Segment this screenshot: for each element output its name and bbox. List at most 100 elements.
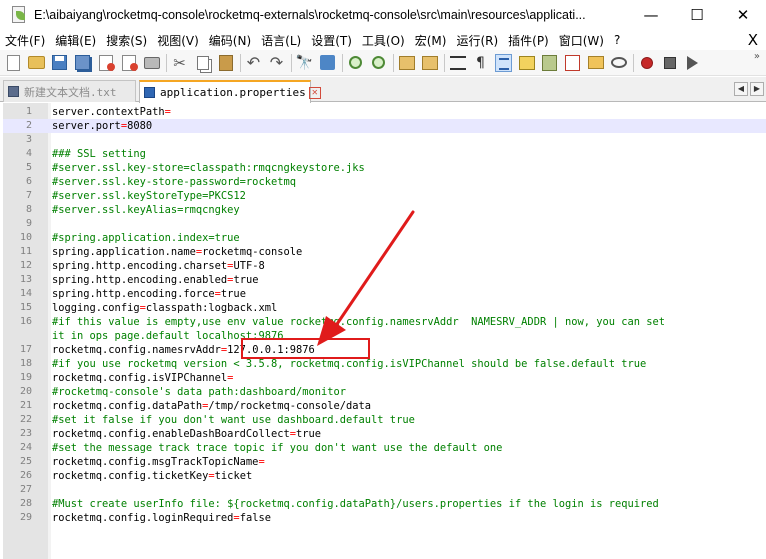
property-entry: rocketmq.config.isVIPChannel= (52, 371, 233, 385)
tab-scroll-left-button[interactable]: ◀ (734, 82, 748, 96)
cut-icon[interactable]: ✂ (171, 54, 188, 72)
property-value: false (239, 512, 271, 524)
monitoring-icon[interactable] (610, 54, 627, 71)
save-all-icon[interactable] (74, 54, 91, 71)
code-line[interactable]: 3 (3, 133, 766, 147)
copy-icon[interactable] (194, 54, 211, 71)
close-document-button[interactable]: X (748, 31, 758, 49)
print-icon[interactable] (143, 54, 160, 71)
new-file-icon[interactable] (5, 54, 22, 71)
word-wrap-icon[interactable] (449, 54, 466, 71)
function-list-icon[interactable] (564, 54, 581, 71)
user-defined-language-icon[interactable] (518, 54, 535, 71)
comment-text: #rocketmq-console's data path:dashboard/… (52, 386, 347, 398)
menu-tools[interactable]: 工具(O) (357, 32, 408, 49)
undo-icon[interactable]: ↶ (245, 53, 262, 72)
code-line[interactable]: it in ops page.default localhost:9876 (3, 329, 766, 343)
code-line[interactable]: 22 #set it false if you don't want use da… (3, 413, 766, 427)
comment-text: #spring.application.index=true (52, 232, 240, 244)
stop-recording-icon[interactable] (661, 54, 678, 71)
code-line[interactable]: 27 (3, 483, 766, 497)
code-area[interactable]: 1 server.contextPath= 2 server.port=8080 3 4 #… (3, 105, 766, 525)
code-line[interactable]: 26 rocketmq.config.ticketKey=ticket (3, 469, 766, 483)
editor-pane[interactable]: 1 server.contextPath= 2 server.port=8080 3 4 #… (3, 103, 766, 559)
menu-file[interactable]: 文件(F) (0, 32, 48, 49)
code-line[interactable]: 13 spring.http.encoding.enabled=true (3, 273, 766, 287)
code-line[interactable]: 17 rocketmq.config.namesrvAddr=127.0.0.1:… (3, 343, 766, 357)
close-window-button[interactable]: ✕ (720, 0, 766, 30)
close-file-icon[interactable] (97, 54, 114, 71)
menu-view[interactable]: 视图(V) (152, 32, 202, 49)
code-line[interactable]: 2 server.port=8080 (3, 119, 766, 133)
code-line[interactable]: 6 #server.ssl.key-store-password=rocketmq (3, 175, 766, 189)
code-line[interactable]: 25 rocketmq.config.msgTrackTopicName= (3, 455, 766, 469)
indent-guide-icon[interactable] (495, 53, 512, 72)
code-line[interactable]: 16 #if this value is empty,use env value … (3, 315, 766, 329)
tab-scroll-right-button[interactable]: ▶ (750, 82, 764, 96)
menu-macro[interactable]: 宏(M) (410, 32, 450, 49)
code-line[interactable]: 29 rocketmq.config.loginRequired=false (3, 511, 766, 525)
code-line[interactable]: 15 logging.config=classpath:logback.xml (3, 301, 766, 315)
line-number: 21 (19, 400, 32, 411)
sync-horizontal-icon[interactable] (421, 54, 438, 71)
maximize-button[interactable]: ☐ (674, 0, 720, 30)
redo-icon[interactable]: ↷ (268, 53, 285, 72)
sync-vertical-icon[interactable] (398, 54, 415, 71)
show-all-chars-icon[interactable]: ¶ (472, 54, 489, 71)
tab-new-text-document[interactable]: 新建文本文档.txt (3, 80, 136, 102)
menu-search[interactable]: 搜索(S) (101, 32, 150, 49)
code-line[interactable]: 14 spring.http.encoding.force=true (3, 287, 766, 301)
zoom-out-icon[interactable] (370, 54, 387, 71)
code-line[interactable]: 19 rocketmq.config.isVIPChannel= (3, 371, 766, 385)
line-number: 29 (19, 512, 32, 523)
code-line[interactable]: 28 #Must create userInfo file: ${rocketmq… (3, 497, 766, 511)
minimize-button[interactable]: — (628, 0, 674, 30)
tab-application-properties[interactable]: application.properties ✕ (139, 80, 321, 103)
close-all-icon[interactable] (120, 54, 137, 71)
property-key: server.contextPath (52, 106, 165, 118)
close-tab-icon[interactable]: ✕ (308, 86, 321, 99)
code-line[interactable]: 20 #rocketmq-console's data path:dashboar… (3, 385, 766, 399)
code-line[interactable]: 7 #server.ssl.keyStoreType=PKCS12 (3, 189, 766, 203)
code-line[interactable]: 23 rocketmq.config.enableDashBoardCollect… (3, 427, 766, 441)
code-line[interactable]: 4 ### SSL setting (3, 147, 766, 161)
line-number: 18 (19, 358, 32, 369)
menu-plugins[interactable]: 插件(P) (503, 32, 552, 49)
menu-settings[interactable]: 设置(T) (306, 32, 355, 49)
menu-window[interactable]: 窗口(W) (554, 32, 607, 49)
replace-icon[interactable] (319, 54, 336, 71)
record-macro-icon[interactable] (638, 54, 655, 71)
code-line[interactable]: 11 spring.application.name=rocketmq-conso… (3, 245, 766, 259)
line-number: 1 (25, 106, 32, 117)
code-line[interactable]: 9 (3, 217, 766, 231)
line-number: 26 (19, 470, 32, 481)
menu-edit[interactable]: 编辑(E) (50, 32, 99, 49)
find-icon[interactable]: 🔭 (296, 54, 313, 71)
toolbar-overflow-button[interactable]: » (754, 52, 760, 62)
play-macro-icon[interactable] (684, 54, 701, 71)
menu-help[interactable]: ? (609, 33, 623, 47)
code-line[interactable]: 5 #server.ssl.key-store=classpath:rmqcngk… (3, 161, 766, 175)
menu-run[interactable]: 运行(R) (451, 32, 501, 49)
property-key: rocketmq.config.loginRequired (52, 512, 234, 524)
code-line[interactable]: 8 #server.ssl.keyAlias=rmqcngkey (3, 203, 766, 217)
property-entry: spring.application.name=rocketmq-console (52, 245, 302, 259)
code-line[interactable]: 18 #if you use rocketmq version < 3.5.8, … (3, 357, 766, 371)
zoom-in-icon[interactable] (347, 54, 364, 71)
code-line[interactable]: 1 server.contextPath= (3, 105, 766, 119)
comment-text: #server.ssl.key-store-password=rocketmq (52, 176, 296, 188)
open-file-icon[interactable] (28, 54, 45, 71)
code-line[interactable]: 24 #set the message track trace topic if … (3, 441, 766, 455)
folder-workspace-icon[interactable] (587, 54, 604, 71)
document-map-icon[interactable] (541, 54, 558, 71)
comment-text: #if this value is empty,use env value ro… (52, 316, 666, 328)
menu-encoding[interactable]: 编码(N) (204, 32, 254, 49)
code-line[interactable]: 21 rocketmq.config.dataPath=/tmp/rocketmq… (3, 399, 766, 413)
line-number: 15 (19, 302, 32, 313)
code-line[interactable]: 12 spring.http.encoding.charset=UTF-8 (3, 259, 766, 273)
code-line[interactable]: 10 #spring.application.index=true (3, 231, 766, 245)
paste-icon[interactable] (217, 54, 234, 71)
save-icon[interactable] (51, 54, 68, 71)
toolbar-separator (633, 53, 634, 72)
menu-language[interactable]: 语言(L) (256, 32, 304, 49)
